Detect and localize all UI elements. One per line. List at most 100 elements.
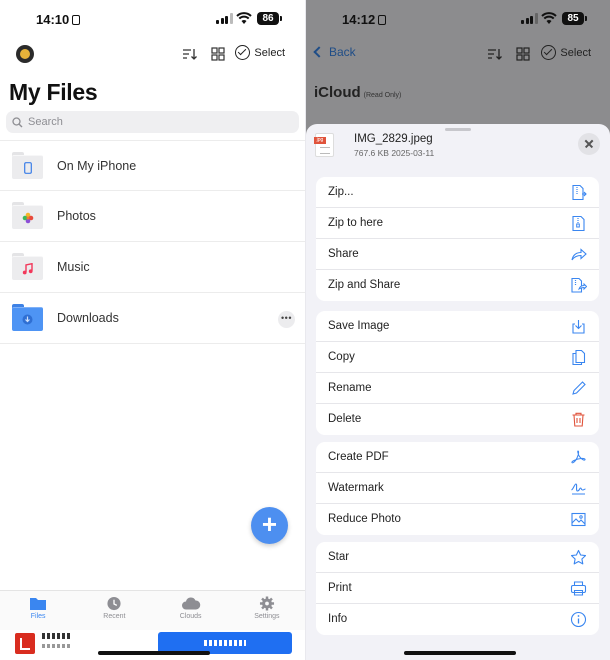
tab-files[interactable]: Files: [0, 591, 76, 630]
tab-bar: Files Recent Clouds Settings: [0, 590, 305, 630]
top-toolbar: Select: [0, 40, 305, 70]
downloads-folder-icon: [12, 304, 43, 331]
action-create-pdf[interactable]: Create PDF: [316, 442, 599, 473]
sim-icon: [72, 15, 81, 25]
grid-view-icon[interactable]: [515, 46, 531, 62]
action-print[interactable]: Print: [316, 573, 599, 604]
add-button[interactable]: +: [251, 507, 288, 544]
cloud-icon: [181, 597, 200, 610]
trash-icon: [572, 412, 585, 427]
chevron-left-icon: [313, 46, 325, 58]
signature-icon: [571, 483, 586, 495]
status-bar: 14:10 86: [0, 0, 305, 40]
star-icon: [570, 549, 587, 565]
battery-indicator: 85: [562, 12, 587, 25]
home-indicator: [98, 651, 210, 655]
select-button[interactable]: Select: [235, 45, 285, 60]
checkmark-circle-icon: [235, 45, 251, 60]
tab-recent[interactable]: Recent: [76, 591, 152, 630]
file-row-downloads[interactable]: Downloads •••: [0, 293, 305, 344]
jpeg-file-icon: jpg: [314, 133, 334, 157]
save-image-icon: [572, 320, 585, 334]
back-button[interactable]: Back: [313, 45, 356, 59]
file-row-photos[interactable]: Photos: [0, 191, 305, 242]
ad-title-placeholder: [42, 633, 72, 639]
page-title: My Files: [9, 79, 98, 105]
copy-icon: [572, 349, 586, 366]
sheet-header: jpg IMG_2829.jpeg 767.6 KB 2025-03-11: [306, 124, 610, 166]
ad-banner[interactable]: [0, 630, 305, 660]
zip-icon: [572, 184, 587, 201]
action-group-edit: Save Image Copy Rename Delete: [316, 311, 599, 435]
files-screen: 14:10 86 Select My Files Search On My iP…: [0, 0, 305, 660]
sheet-file-name: IMG_2829.jpeg: [354, 133, 433, 145]
wifi-icon: [236, 12, 252, 24]
top-toolbar: Back Select: [306, 40, 610, 70]
sort-icon[interactable]: [487, 46, 503, 62]
action-group-misc: Star Print Info: [316, 542, 599, 635]
folder-icon: [12, 253, 43, 280]
status-time: 14:10: [36, 12, 81, 27]
app-logo-icon[interactable]: [16, 45, 34, 63]
action-group-photo: Create PDF Watermark Reduce Photo: [316, 442, 599, 535]
action-copy[interactable]: Copy: [316, 342, 599, 373]
file-row-on-my-iphone[interactable]: On My iPhone: [0, 140, 305, 191]
folder-tab-icon: [30, 598, 47, 610]
tab-clouds[interactable]: Clouds: [153, 591, 229, 630]
info-icon: [570, 611, 587, 628]
action-group-zip: Zip... Zip to here Share Zip and Share: [316, 177, 599, 301]
wifi-icon: [541, 12, 557, 24]
sort-icon[interactable]: [182, 46, 198, 62]
read-only-label: (Read Only): [363, 92, 402, 99]
search-bar[interactable]: [6, 111, 299, 133]
action-save-image[interactable]: Save Image: [316, 311, 599, 342]
grid-view-icon[interactable]: [210, 46, 226, 62]
signal-icon: [521, 13, 538, 24]
file-name: Music: [57, 260, 90, 274]
battery-indicator: 86: [257, 12, 282, 25]
print-icon: [570, 581, 587, 596]
action-reduce-photo[interactable]: Reduce Photo: [316, 504, 599, 535]
action-rename[interactable]: Rename: [316, 373, 599, 404]
action-watermark[interactable]: Watermark: [316, 473, 599, 504]
iphone-icon: [23, 161, 32, 174]
share-icon: [571, 248, 587, 261]
action-zip-to-here[interactable]: Zip to here: [316, 208, 599, 239]
pencil-icon: [572, 381, 586, 395]
pdf-icon: [571, 450, 586, 464]
gear-icon: [259, 596, 274, 611]
location-title: iCloud (Read Only): [314, 84, 402, 101]
more-options-icon[interactable]: •••: [278, 311, 295, 328]
file-action-screen: 14:12 85 Back Select iCloud(Read Only): [306, 0, 610, 660]
checkmark-circle-icon: [541, 45, 557, 60]
status-bar: 14:12 85: [306, 0, 610, 40]
search-icon: [12, 116, 23, 127]
tab-settings[interactable]: Settings: [229, 591, 305, 630]
file-row-music[interactable]: Music: [0, 242, 305, 293]
file-name: Photos: [57, 209, 96, 223]
zip-here-icon: [572, 215, 585, 232]
action-delete[interactable]: Delete: [316, 404, 599, 435]
pdf-app-icon: [15, 633, 35, 654]
select-button[interactable]: Select: [541, 45, 591, 60]
action-info[interactable]: Info: [316, 604, 599, 635]
status-time: 14:12: [342, 12, 387, 27]
action-sheet: jpg IMG_2829.jpeg 767.6 KB 2025-03-11 Zi…: [306, 124, 610, 660]
file-name: On My iPhone: [57, 159, 137, 173]
zip-share-icon: [571, 277, 587, 293]
music-note-icon: [22, 262, 33, 274]
search-input[interactable]: [28, 116, 278, 128]
close-button[interactable]: [578, 133, 600, 155]
action-zip-and-share[interactable]: Zip and Share: [316, 270, 599, 301]
signal-icon: [216, 13, 233, 24]
action-share[interactable]: Share: [316, 239, 599, 270]
clock-icon: [107, 596, 121, 611]
file-name: Downloads: [57, 311, 119, 325]
action-zip[interactable]: Zip...: [316, 177, 599, 208]
download-arrow-icon: [22, 314, 33, 325]
photos-icon: [22, 212, 33, 223]
sim-icon: [378, 15, 387, 25]
file-list: On My iPhone Photos Music Downloads •••: [0, 140, 305, 344]
folder-icon: [12, 152, 43, 179]
action-star[interactable]: Star: [316, 542, 599, 573]
